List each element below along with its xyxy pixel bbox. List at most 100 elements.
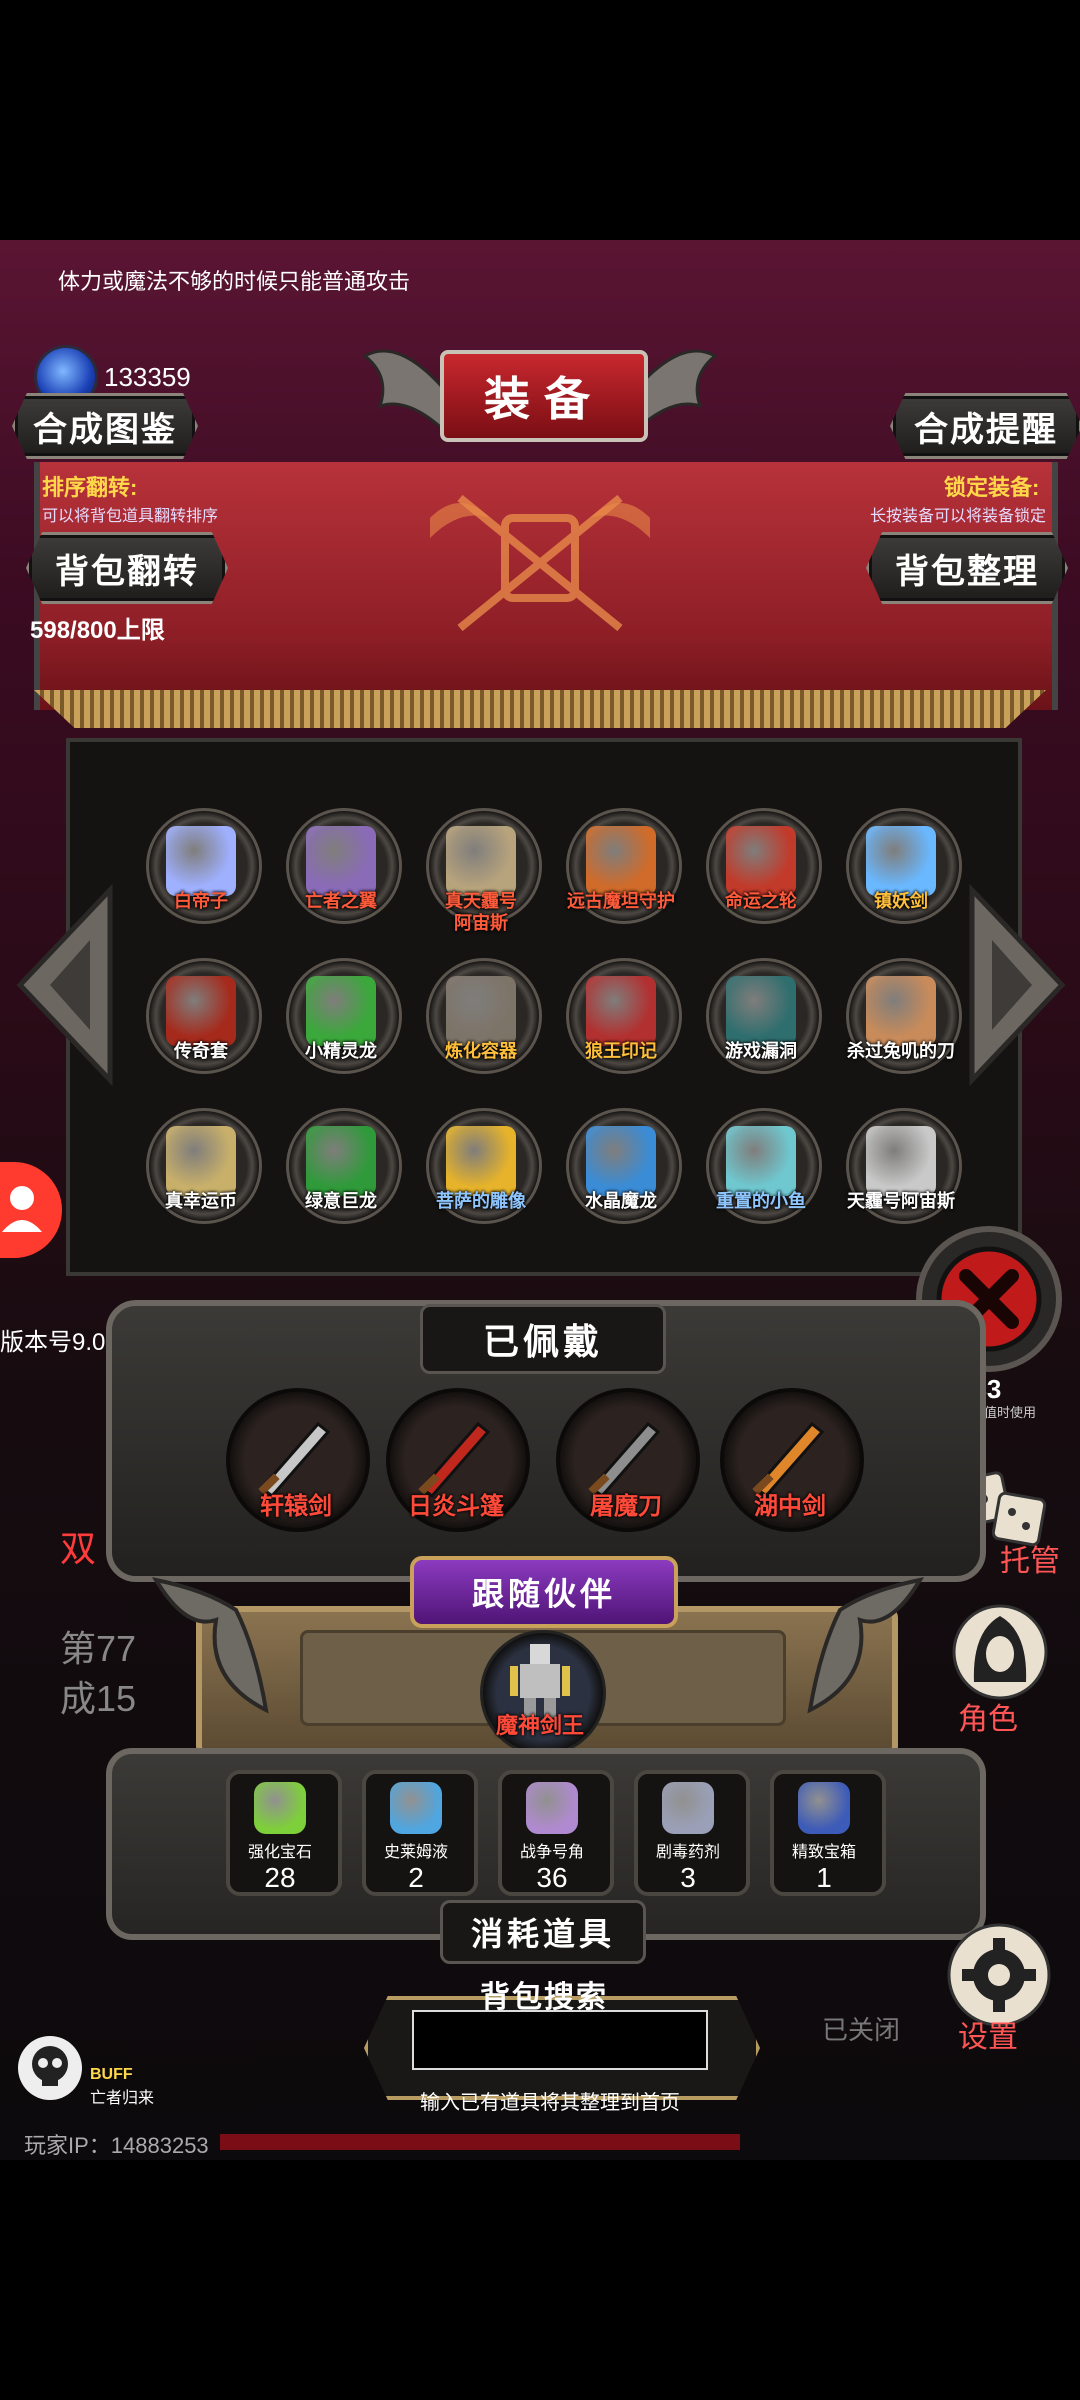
inventory-item[interactable]: 重置的小鱼 bbox=[696, 1108, 826, 1258]
background-rank-text: 第77 bbox=[60, 1628, 137, 1669]
consumable-item[interactable]: 强化宝石 28 bbox=[220, 1770, 342, 1910]
right-dragon-ornament bbox=[807, 1577, 925, 1714]
equipped-item[interactable]: 湖中剑 bbox=[720, 1388, 864, 1538]
consumable-icon bbox=[526, 1782, 578, 1834]
settings-label[interactable]: 设置 bbox=[958, 2012, 1018, 2056]
flip-description: 可以将背包道具翻转排序 bbox=[42, 508, 219, 525]
consumable-count: 28 bbox=[264, 1862, 296, 1893]
equipped-item-name: 屠魔刀 bbox=[590, 1493, 662, 1520]
item-name: 菩萨的雕像 bbox=[436, 1191, 526, 1211]
inventory-item[interactable]: 远古魔坦守护 bbox=[556, 808, 686, 958]
consumable-item[interactable]: 史莱姆液 2 bbox=[356, 1770, 478, 1910]
consumable-count: 1 bbox=[816, 1862, 832, 1893]
bag-search-input[interactable] bbox=[412, 2010, 708, 2070]
partner-title: 跟随伙伴 bbox=[410, 1556, 678, 1628]
item-name: 命运之轮 bbox=[725, 891, 797, 911]
inventory-item[interactable]: 菩萨的雕像 bbox=[416, 1108, 546, 1258]
consumable-item[interactable]: 精致宝箱 1 bbox=[764, 1770, 886, 1910]
item-art bbox=[726, 826, 796, 896]
item-art bbox=[866, 826, 936, 896]
consumable-count: 2 bbox=[408, 1862, 424, 1893]
inventory-item[interactable]: 游戏漏洞 bbox=[696, 958, 826, 1108]
left-dragon-ornament bbox=[151, 1577, 269, 1714]
inventory-item[interactable]: 亡者之翼 bbox=[276, 808, 406, 958]
person-icon bbox=[2, 1186, 42, 1232]
top-hint-text: 体力或魔法不够的时候只能普通攻击 bbox=[58, 269, 411, 294]
item-art bbox=[586, 826, 656, 896]
item-art bbox=[866, 1126, 936, 1196]
item-art bbox=[166, 1126, 236, 1196]
next-page-arrow-icon[interactable] bbox=[962, 880, 1072, 1090]
profile-avatar-button[interactable] bbox=[0, 1162, 62, 1258]
character-label[interactable]: 角色 bbox=[958, 1694, 1018, 1738]
buff-tag: BUFF bbox=[90, 2066, 133, 2083]
previous-page-arrow-icon[interactable] bbox=[10, 880, 120, 1090]
skull-icon[interactable] bbox=[18, 2036, 82, 2100]
left-gargoyle-ornament bbox=[362, 349, 450, 439]
bag-tidy-button[interactable]: 背包整理 bbox=[866, 532, 1068, 604]
consumable-item[interactable]: 战争号角 36 bbox=[492, 1770, 614, 1910]
consumable-icon bbox=[254, 1782, 306, 1834]
item-art bbox=[446, 1126, 516, 1196]
inventory-item[interactable]: 炼化容器 bbox=[416, 958, 546, 1108]
inventory-item[interactable]: 杀过兔叽的刀 bbox=[836, 958, 966, 1108]
item-art bbox=[446, 826, 516, 896]
item-art bbox=[166, 976, 236, 1046]
buff-text: 亡者归来 bbox=[90, 2090, 155, 2107]
inventory-item[interactable]: 真天霾号 阿宙斯 bbox=[416, 808, 546, 958]
bag-capacity: 598/800上限 bbox=[30, 617, 165, 644]
inventory-item[interactable]: 镇妖剑 bbox=[836, 808, 966, 958]
item-art bbox=[306, 826, 376, 896]
equipped-item-name: 轩辕剑 bbox=[260, 1493, 332, 1520]
consumable-name: 强化宝石 bbox=[247, 1844, 312, 1861]
item-name: 狼王印记 bbox=[585, 1041, 657, 1061]
item-name: 真天霾号 阿宙斯 bbox=[445, 891, 517, 933]
lock-title: 锁定装备: bbox=[944, 475, 1040, 500]
equipped-title: 已佩戴 bbox=[420, 1304, 666, 1374]
consumable-item[interactable]: 剧毒药剂 3 bbox=[628, 1770, 750, 1910]
item-art bbox=[306, 1126, 376, 1196]
auto-play-label[interactable]: 托管 bbox=[1000, 1536, 1060, 1580]
item-art bbox=[586, 1126, 656, 1196]
consumables-title: 消耗道具 bbox=[440, 1900, 646, 1964]
inventory-item[interactable]: 绿意巨龙 bbox=[276, 1108, 406, 1258]
crossed-swords-crest-icon bbox=[430, 494, 650, 632]
bag-flip-button[interactable]: 背包翻转 bbox=[26, 532, 228, 604]
version-number: 版本号9.09 bbox=[0, 1329, 119, 1356]
equipped-item[interactable]: 屠魔刀 bbox=[556, 1388, 700, 1538]
background-rank-text: 成15 bbox=[60, 1678, 137, 1719]
compose-book-button[interactable]: 合成图鉴 bbox=[12, 393, 198, 459]
item-name: 重置的小鱼 bbox=[716, 1191, 806, 1211]
inventory-item[interactable]: 狼王印记 bbox=[556, 958, 686, 1108]
equipped-item[interactable]: 日炎斗篷 bbox=[386, 1388, 530, 1538]
equipped-item-name: 日炎斗篷 bbox=[408, 1493, 504, 1520]
inventory-item[interactable]: 小精灵龙 bbox=[276, 958, 406, 1108]
consumable-icon bbox=[390, 1782, 442, 1834]
character-hood-icon[interactable] bbox=[950, 1602, 1050, 1702]
page-title: 装备 bbox=[440, 350, 648, 442]
consumable-icon bbox=[662, 1782, 714, 1834]
search-hint: 输入已有道具将其整理到首页 bbox=[420, 2092, 680, 2114]
equipped-item[interactable]: 轩辕剑 bbox=[226, 1388, 370, 1538]
item-art bbox=[586, 976, 656, 1046]
item-name: 真幸运币 bbox=[165, 1191, 237, 1211]
compose-remind-button[interactable]: 合成提醒 bbox=[890, 393, 1080, 459]
inventory-item[interactable]: 水晶魔龙 bbox=[556, 1108, 686, 1258]
inventory-item[interactable]: 命运之轮 bbox=[696, 808, 826, 958]
lock-description: 长按装备可以将装备锁定 bbox=[870, 508, 1047, 525]
item-name: 小精灵龙 bbox=[305, 1041, 377, 1061]
item-art bbox=[166, 826, 236, 896]
item-name: 水晶魔龙 bbox=[585, 1191, 657, 1211]
item-art bbox=[726, 1126, 796, 1196]
item-name: 传奇套 bbox=[174, 1041, 228, 1061]
item-art bbox=[306, 976, 376, 1046]
player-ip: 玩家IP：14883253 bbox=[24, 2133, 209, 2158]
bottom-status-bar bbox=[220, 2134, 740, 2150]
inventory-item[interactable]: 传奇套 bbox=[136, 958, 266, 1108]
consumable-icon bbox=[798, 1782, 850, 1834]
item-name: 绿意巨龙 bbox=[305, 1191, 377, 1211]
item-name: 游戏漏洞 bbox=[725, 1041, 797, 1061]
consumable-name: 精致宝箱 bbox=[791, 1844, 856, 1861]
inventory-item[interactable]: 真幸运币 bbox=[136, 1108, 266, 1258]
inventory-item[interactable]: 白帝子 bbox=[136, 808, 266, 958]
